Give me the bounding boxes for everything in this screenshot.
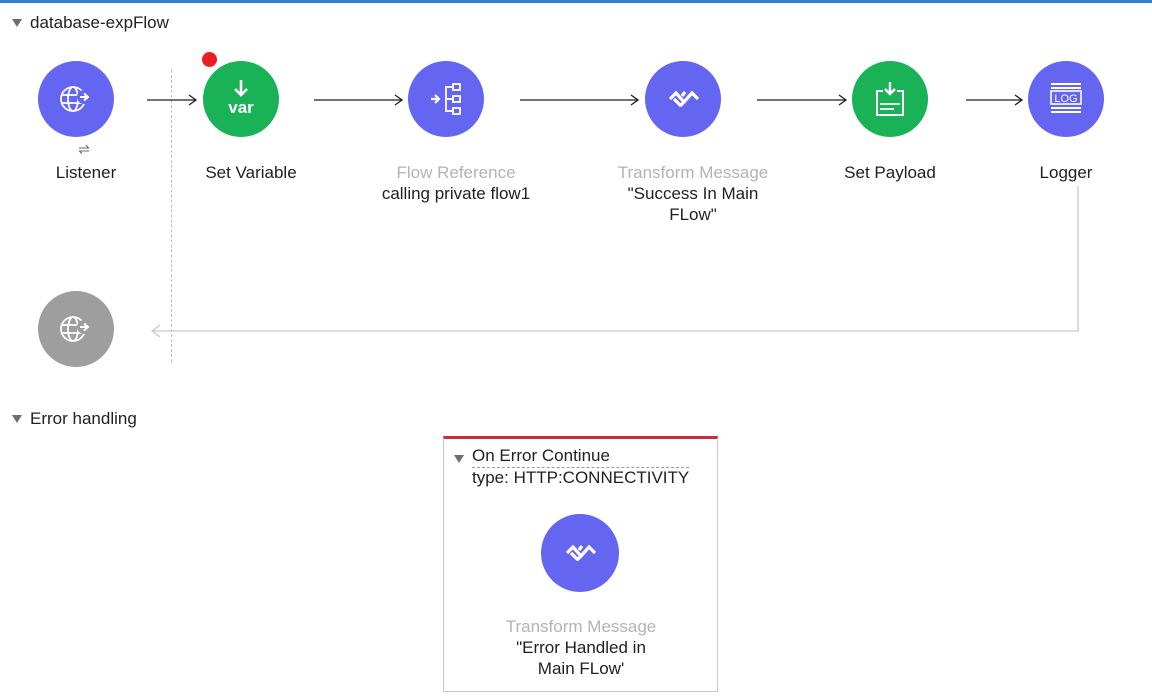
on-error-continue-scope[interactable]: On Error Continue type: HTTP:CONNECTIVIT… [443, 436, 718, 692]
collapse-triangle-icon[interactable] [12, 415, 22, 423]
dataweave-icon [565, 544, 597, 562]
var-icon: var [228, 80, 254, 117]
set-payload-node[interactable] [852, 61, 928, 137]
transform-message-label: Transform Message "Success In Main FLow" [617, 163, 769, 224]
globe-arrow-icon [60, 316, 91, 342]
set-payload-label: Set Payload [844, 163, 936, 182]
error-transform-message-node[interactable] [541, 514, 619, 592]
svg-text:var: var [228, 98, 254, 117]
log-icon: LOG [1050, 83, 1082, 113]
error-transform-message-label: Transform Message "Error Handled in Main… [505, 617, 657, 678]
transform-message-node[interactable] [645, 61, 721, 137]
listener-connection-badge: ⇌ [73, 138, 95, 160]
flow-reference-node[interactable] [408, 61, 484, 137]
set-variable-label: Set Variable [205, 163, 297, 182]
set-payload-icon [876, 82, 904, 116]
on-error-continue-header[interactable]: On Error Continue type: HTTP:CONNECTIVIT… [454, 446, 690, 488]
collapse-triangle-icon[interactable] [454, 455, 464, 463]
logger-node[interactable]: LOG [1028, 61, 1104, 137]
listener-response-node[interactable] [38, 291, 114, 367]
globe-arrow-icon [60, 86, 91, 112]
listener-node[interactable] [38, 61, 114, 137]
breakpoint-indicator[interactable] [202, 52, 217, 67]
error-handling-label: Error handling [30, 409, 137, 428]
dataweave-icon [668, 90, 700, 108]
flow-reference-label: Flow Reference calling private flow1 [381, 163, 531, 203]
on-error-type: type: HTTP:CONNECTIVITY [472, 468, 690, 487]
svg-text:LOG: LOG [1054, 93, 1077, 105]
flow-reference-icon [431, 83, 461, 115]
set-variable-node[interactable]: var [203, 61, 279, 137]
on-error-title: On Error Continue [472, 446, 690, 468]
error-handling-header[interactable]: Error handling [12, 409, 137, 429]
logger-label: Logger [1039, 163, 1093, 182]
